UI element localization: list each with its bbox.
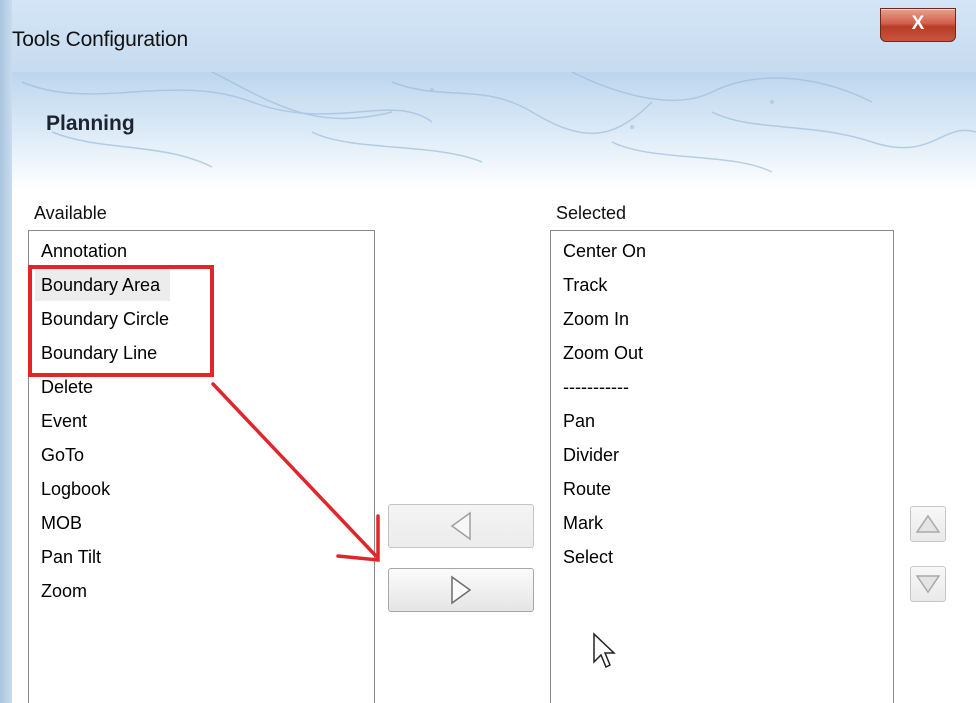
list-item[interactable]: Pan Tilt [41, 541, 101, 573]
list-item[interactable]: Zoom [41, 575, 87, 607]
move-up-button[interactable] [910, 506, 946, 542]
list-item[interactable]: Logbook [41, 473, 110, 505]
list-item[interactable]: Center On [563, 235, 646, 267]
page-title: Planning [46, 112, 135, 135]
list-item[interactable]: Select [563, 541, 613, 573]
mouse-cursor-icon [593, 632, 616, 669]
add-tool-button[interactable] [388, 568, 534, 612]
window-frame-left [0, 0, 12, 703]
nautical-chart-background [21, 72, 976, 173]
list-item[interactable]: Zoom In [563, 303, 629, 335]
list-item[interactable]: ----------- [563, 371, 629, 403]
window-title: Tools Configuration [12, 28, 188, 51]
selected-label: Selected [556, 203, 627, 223]
list-item[interactable]: Divider [563, 439, 619, 471]
list-item[interactable]: GoTo [41, 439, 84, 471]
list-item[interactable]: Track [563, 269, 607, 301]
triangle-left-icon [450, 511, 471, 541]
list-item[interactable]: Mark [563, 507, 603, 539]
triangle-up-icon [915, 514, 941, 533]
list-item[interactable]: Annotation [41, 235, 127, 267]
list-item[interactable]: Route [563, 473, 611, 505]
list-item[interactable]: Pan [563, 405, 595, 437]
list-item[interactable]: MOB [41, 507, 82, 539]
available-label: Available [34, 203, 107, 223]
list-item[interactable]: Zoom Out [563, 337, 643, 369]
annotation-highlight-box [28, 265, 214, 377]
title-bar[interactable]: Tools Configuration X [0, 0, 976, 76]
tools-configuration-window: Tools Configuration X Planning Available… [0, 0, 976, 703]
triangle-down-icon [915, 575, 941, 594]
triangle-right-icon [451, 575, 472, 605]
close-button[interactable]: X [880, 8, 956, 42]
header-banner: Planning [12, 72, 976, 190]
remove-tool-button[interactable] [388, 504, 534, 548]
move-down-button[interactable] [910, 566, 946, 602]
list-item[interactable]: Event [41, 405, 87, 437]
